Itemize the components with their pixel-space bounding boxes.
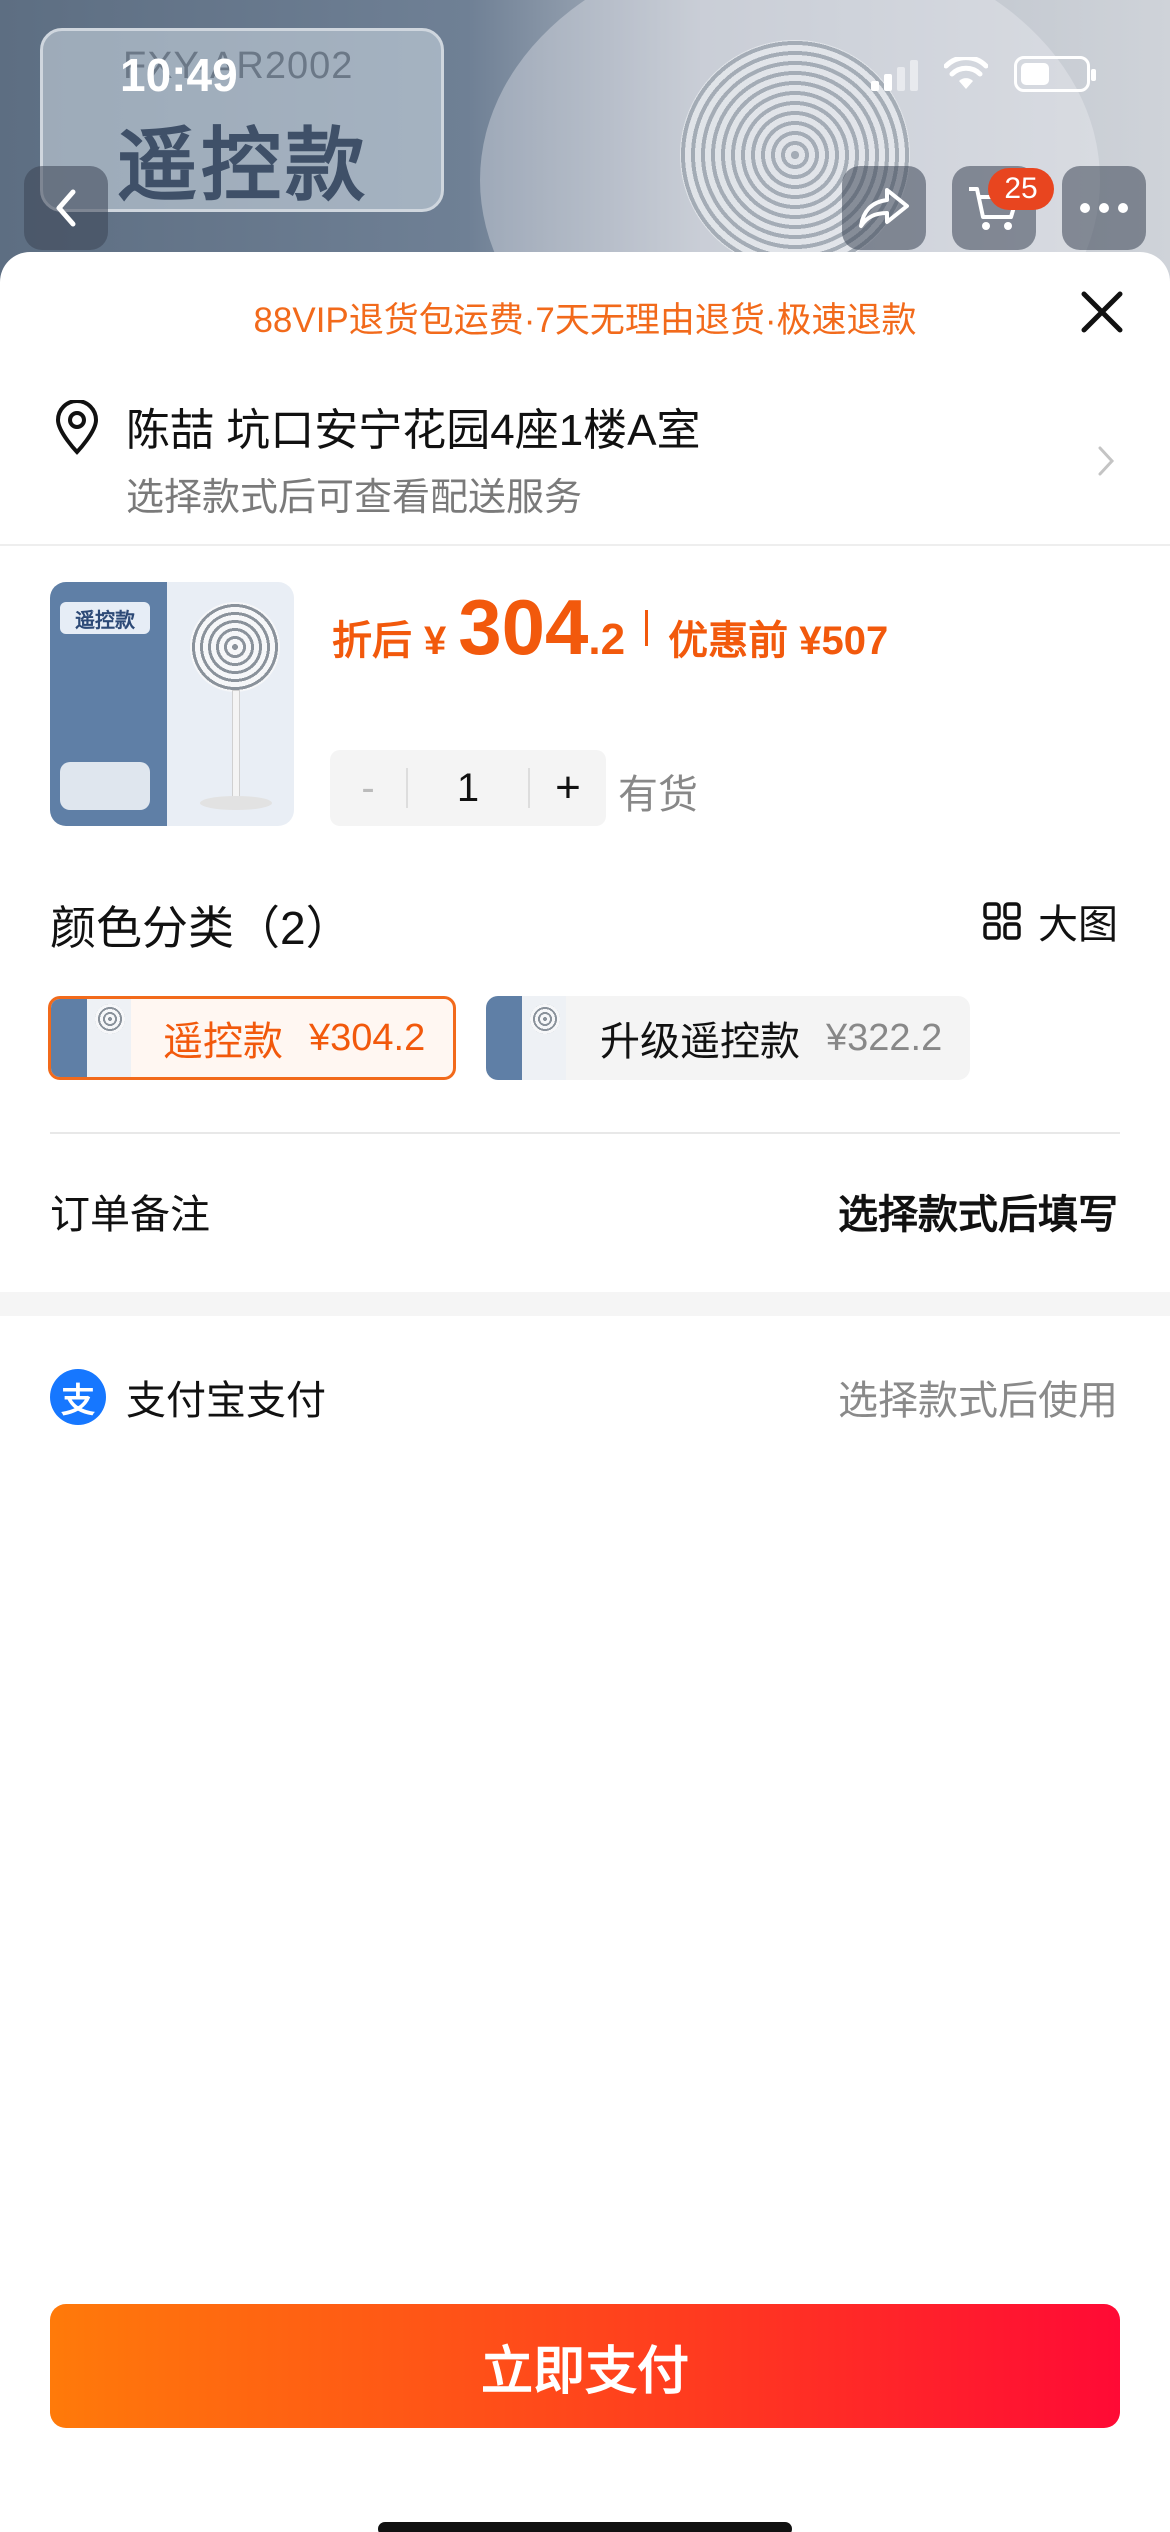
banner-title: 遥控款 xyxy=(117,121,369,210)
payment-method-row[interactable]: 支 支付宝支付 选择款式后使用 xyxy=(50,1368,1118,1426)
currency-symbol: ¥ xyxy=(424,619,447,663)
color-section-title: 颜色分类（2） xyxy=(50,902,352,954)
more-button[interactable] xyxy=(1062,166,1146,250)
increase-button[interactable]: + xyxy=(530,763,606,813)
address-name: 陈喆 坑口安宁花园4座1楼A室 xyxy=(126,406,701,455)
signal-icon xyxy=(871,57,918,91)
big-view-toggle[interactable]: 大图 xyxy=(982,892,1118,950)
status-time: 10:49 xyxy=(120,49,238,101)
status-icons xyxy=(871,56,1096,92)
delivery-hint: 选择款式后可查看配送服务 xyxy=(126,477,583,519)
sku-option-name: 升级遥控款 xyxy=(600,1020,800,1064)
product-thumbnail[interactable]: 遥控款 xyxy=(50,582,294,826)
quantity-value[interactable]: 1 xyxy=(406,768,530,808)
section-gap xyxy=(0,1292,1170,1316)
home-indicator[interactable] xyxy=(378,2522,792,2532)
location-pin-icon xyxy=(55,400,99,455)
payment-method-label: 支付宝支付 xyxy=(126,1379,326,1423)
promo-banner: 88VIP退货包运费·7天无理由退货·极速退款 xyxy=(253,301,917,340)
chevron-right-icon xyxy=(1098,446,1115,476)
price-separator xyxy=(645,609,649,646)
order-note-value: 选择款式后填写 xyxy=(838,1193,1118,1237)
thumbnail-base xyxy=(200,796,272,810)
alipay-icon: 支 xyxy=(50,1369,106,1425)
close-icon xyxy=(1081,291,1123,333)
thumbnail-pole xyxy=(232,690,240,800)
share-button[interactable] xyxy=(842,166,926,250)
big-view-label: 大图 xyxy=(1038,903,1118,947)
pre-discount-price: 优惠前 ¥507 xyxy=(668,619,889,663)
price-decimal: .2 xyxy=(588,615,626,664)
pay-now-button[interactable]: 立即支付 xyxy=(50,2304,1120,2428)
thumbnail-label: 遥控款 xyxy=(60,602,150,634)
close-button[interactable] xyxy=(1078,288,1126,336)
sku-option[interactable]: 升级遥控款 ¥322.2 xyxy=(486,996,970,1080)
thumbnail-fan xyxy=(190,602,280,692)
price-integer: 304 xyxy=(458,583,589,671)
quantity-stepper: - 1 + xyxy=(330,750,606,826)
cart-count-badge: 25 xyxy=(988,168,1054,210)
sku-option-image xyxy=(51,999,131,1077)
back-button[interactable] xyxy=(24,166,108,250)
wifi-icon xyxy=(944,57,988,91)
payment-method-hint: 选择款式后使用 xyxy=(838,1379,1118,1423)
sku-option-selected[interactable]: 遥控款 ¥304.2 xyxy=(48,996,456,1080)
price-row: 折后 ¥ 304 .2 优惠前 ¥507 xyxy=(332,582,888,673)
sku-option-name: 遥控款 xyxy=(163,1020,283,1064)
after-discount-label: 折后 xyxy=(332,619,412,663)
stock-status: 有货 xyxy=(618,773,698,817)
order-note-label: 订单备注 xyxy=(50,1193,210,1237)
battery-icon xyxy=(1014,56,1096,92)
grid-icon xyxy=(983,902,1021,940)
divider xyxy=(0,544,1170,546)
more-icon xyxy=(1080,203,1128,213)
sku-selection-sheet: 88VIP退货包运费·7天无理由退货·极速退款 陈喆 坑口安宁花园4座1楼A室 … xyxy=(0,252,1170,2532)
divider xyxy=(50,1132,1120,1134)
sku-option-price: ¥304.2 xyxy=(309,1016,426,1059)
sku-option-price: ¥322.2 xyxy=(826,1016,943,1059)
sku-option-image xyxy=(486,996,566,1080)
share-icon xyxy=(859,188,909,228)
decrease-button[interactable]: - xyxy=(330,766,406,811)
order-note-row[interactable]: 订单备注 选择款式后填写 xyxy=(50,1182,1118,1240)
thumbnail-remote xyxy=(60,762,150,810)
chevron-left-icon xyxy=(56,189,76,227)
